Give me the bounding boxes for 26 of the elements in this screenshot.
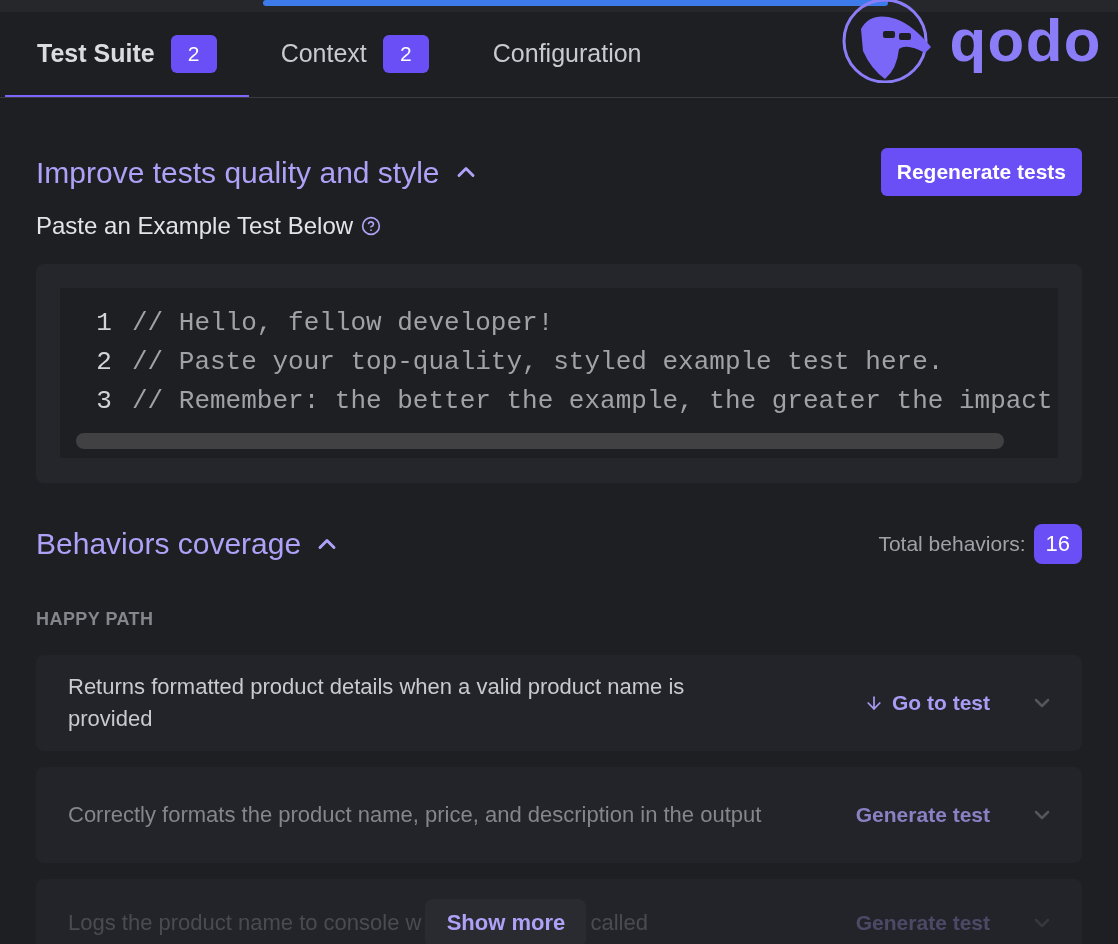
tab[interactable]: Test Suite 2 bbox=[5, 12, 249, 97]
line-number: 1 bbox=[95, 307, 113, 340]
behavior-text: Correctly formats the product name, price, and description in the output bbox=[68, 801, 762, 829]
go-to-test-button[interactable]: Go to test bbox=[864, 687, 990, 719]
tab[interactable]: Context 2 bbox=[248, 12, 461, 97]
show-more-button[interactable]: Show more bbox=[425, 899, 587, 944]
tab[interactable]: Configuration bbox=[460, 12, 674, 97]
group-heading: HAPPY PATH bbox=[36, 608, 155, 631]
example-label: Paste an Example Test Below bbox=[36, 211, 354, 241]
line-number: 3 bbox=[95, 385, 113, 418]
logo-text: qodo bbox=[949, 10, 1102, 71]
count-badge: 16 bbox=[1033, 523, 1082, 564]
count-badge: 2 bbox=[382, 34, 429, 73]
count-badge: 2 bbox=[170, 34, 217, 73]
generate-test-button[interactable]: Generate test bbox=[855, 799, 990, 831]
code-comment: // Hello, fellow developer! bbox=[132, 307, 554, 340]
code-comment: // Paste your top-quality, styled example test here. bbox=[132, 346, 944, 379]
line-number: 2 bbox=[95, 346, 113, 379]
section-title: Improve tests quality and style bbox=[36, 154, 440, 191]
behavior-text: Returns formatted product details when a valid product name is provided bbox=[68, 673, 686, 733]
section-title: Behaviors coverage bbox=[36, 526, 302, 562]
code-editor[interactable]: 1 // Hello, fellow developer! 2 // Paste your top-quality, styled example test here. 3 // Remember: the better the example, the greater the impact bbox=[60, 288, 1058, 458]
code-comment: // Remember: the better the example, the greater the impact bbox=[132, 385, 1053, 418]
total-behaviors-label: Total behaviors: bbox=[878, 530, 1026, 557]
help-icon[interactable] bbox=[361, 216, 382, 236]
regenerate-tests-button[interactable]: Regenerate tests bbox=[880, 148, 1082, 196]
